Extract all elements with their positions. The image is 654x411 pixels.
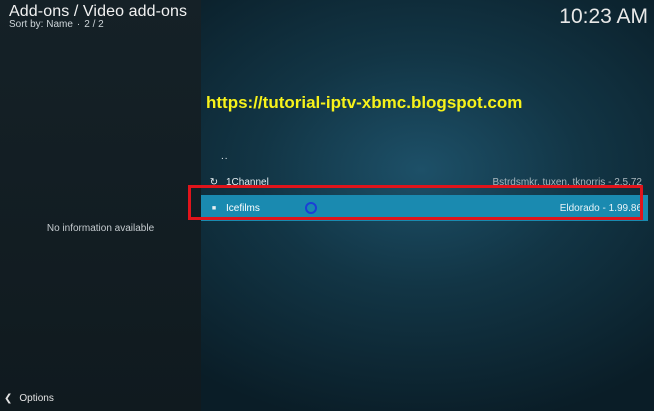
list-item-label: Icefilms: [226, 202, 260, 214]
separator-dot: ·: [76, 19, 81, 30]
refresh-icon: ↻: [209, 176, 219, 188]
watermark-url: https://tutorial-iptv-xbmc.blogspot.com: [206, 93, 523, 112]
chevron-left-icon: ❮: [4, 393, 13, 404]
list-item-label: 1Channel: [226, 176, 269, 188]
info-panel: Add-ons / Video add-ons Sort by: Name · 2 …: [0, 0, 201, 411]
options-label: Options: [19, 393, 54, 404]
kodi-screen: Add-ons / Video add-ons Sort by: Name · 2 …: [0, 0, 654, 411]
options-button[interactable]: ❮ Options: [4, 393, 54, 404]
list-item-meta: Eldorado - 1.99.86: [559, 202, 642, 214]
list-item-meta: Bstrdsmkr, tuxen, tknorris - 2.5.72: [492, 176, 643, 188]
list-item-label: ..: [221, 150, 229, 162]
list-item-icefilms[interactable]: ■ Icefilms Eldorado - 1.99.86: [201, 195, 648, 221]
page-counter: 2 / 2: [84, 19, 104, 30]
square-bullet-icon: ■: [211, 204, 217, 212]
list-item-parent[interactable]: ..: [201, 143, 648, 169]
sort-info: Sort by: Name · 2 / 2: [9, 19, 104, 30]
sort-label[interactable]: Sort by: Name: [9, 19, 73, 30]
clock: 10:23 AM: [559, 5, 648, 28]
addon-list: .. ↻ 1Channel Bstrdsmkr, tuxen, tknorris…: [201, 143, 648, 221]
no-info-message: No information available: [46, 223, 155, 234]
list-item-1channel[interactable]: ↻ 1Channel Bstrdsmkr, tuxen, tknorris - …: [201, 169, 648, 195]
busy-spinner-icon: [305, 202, 317, 214]
